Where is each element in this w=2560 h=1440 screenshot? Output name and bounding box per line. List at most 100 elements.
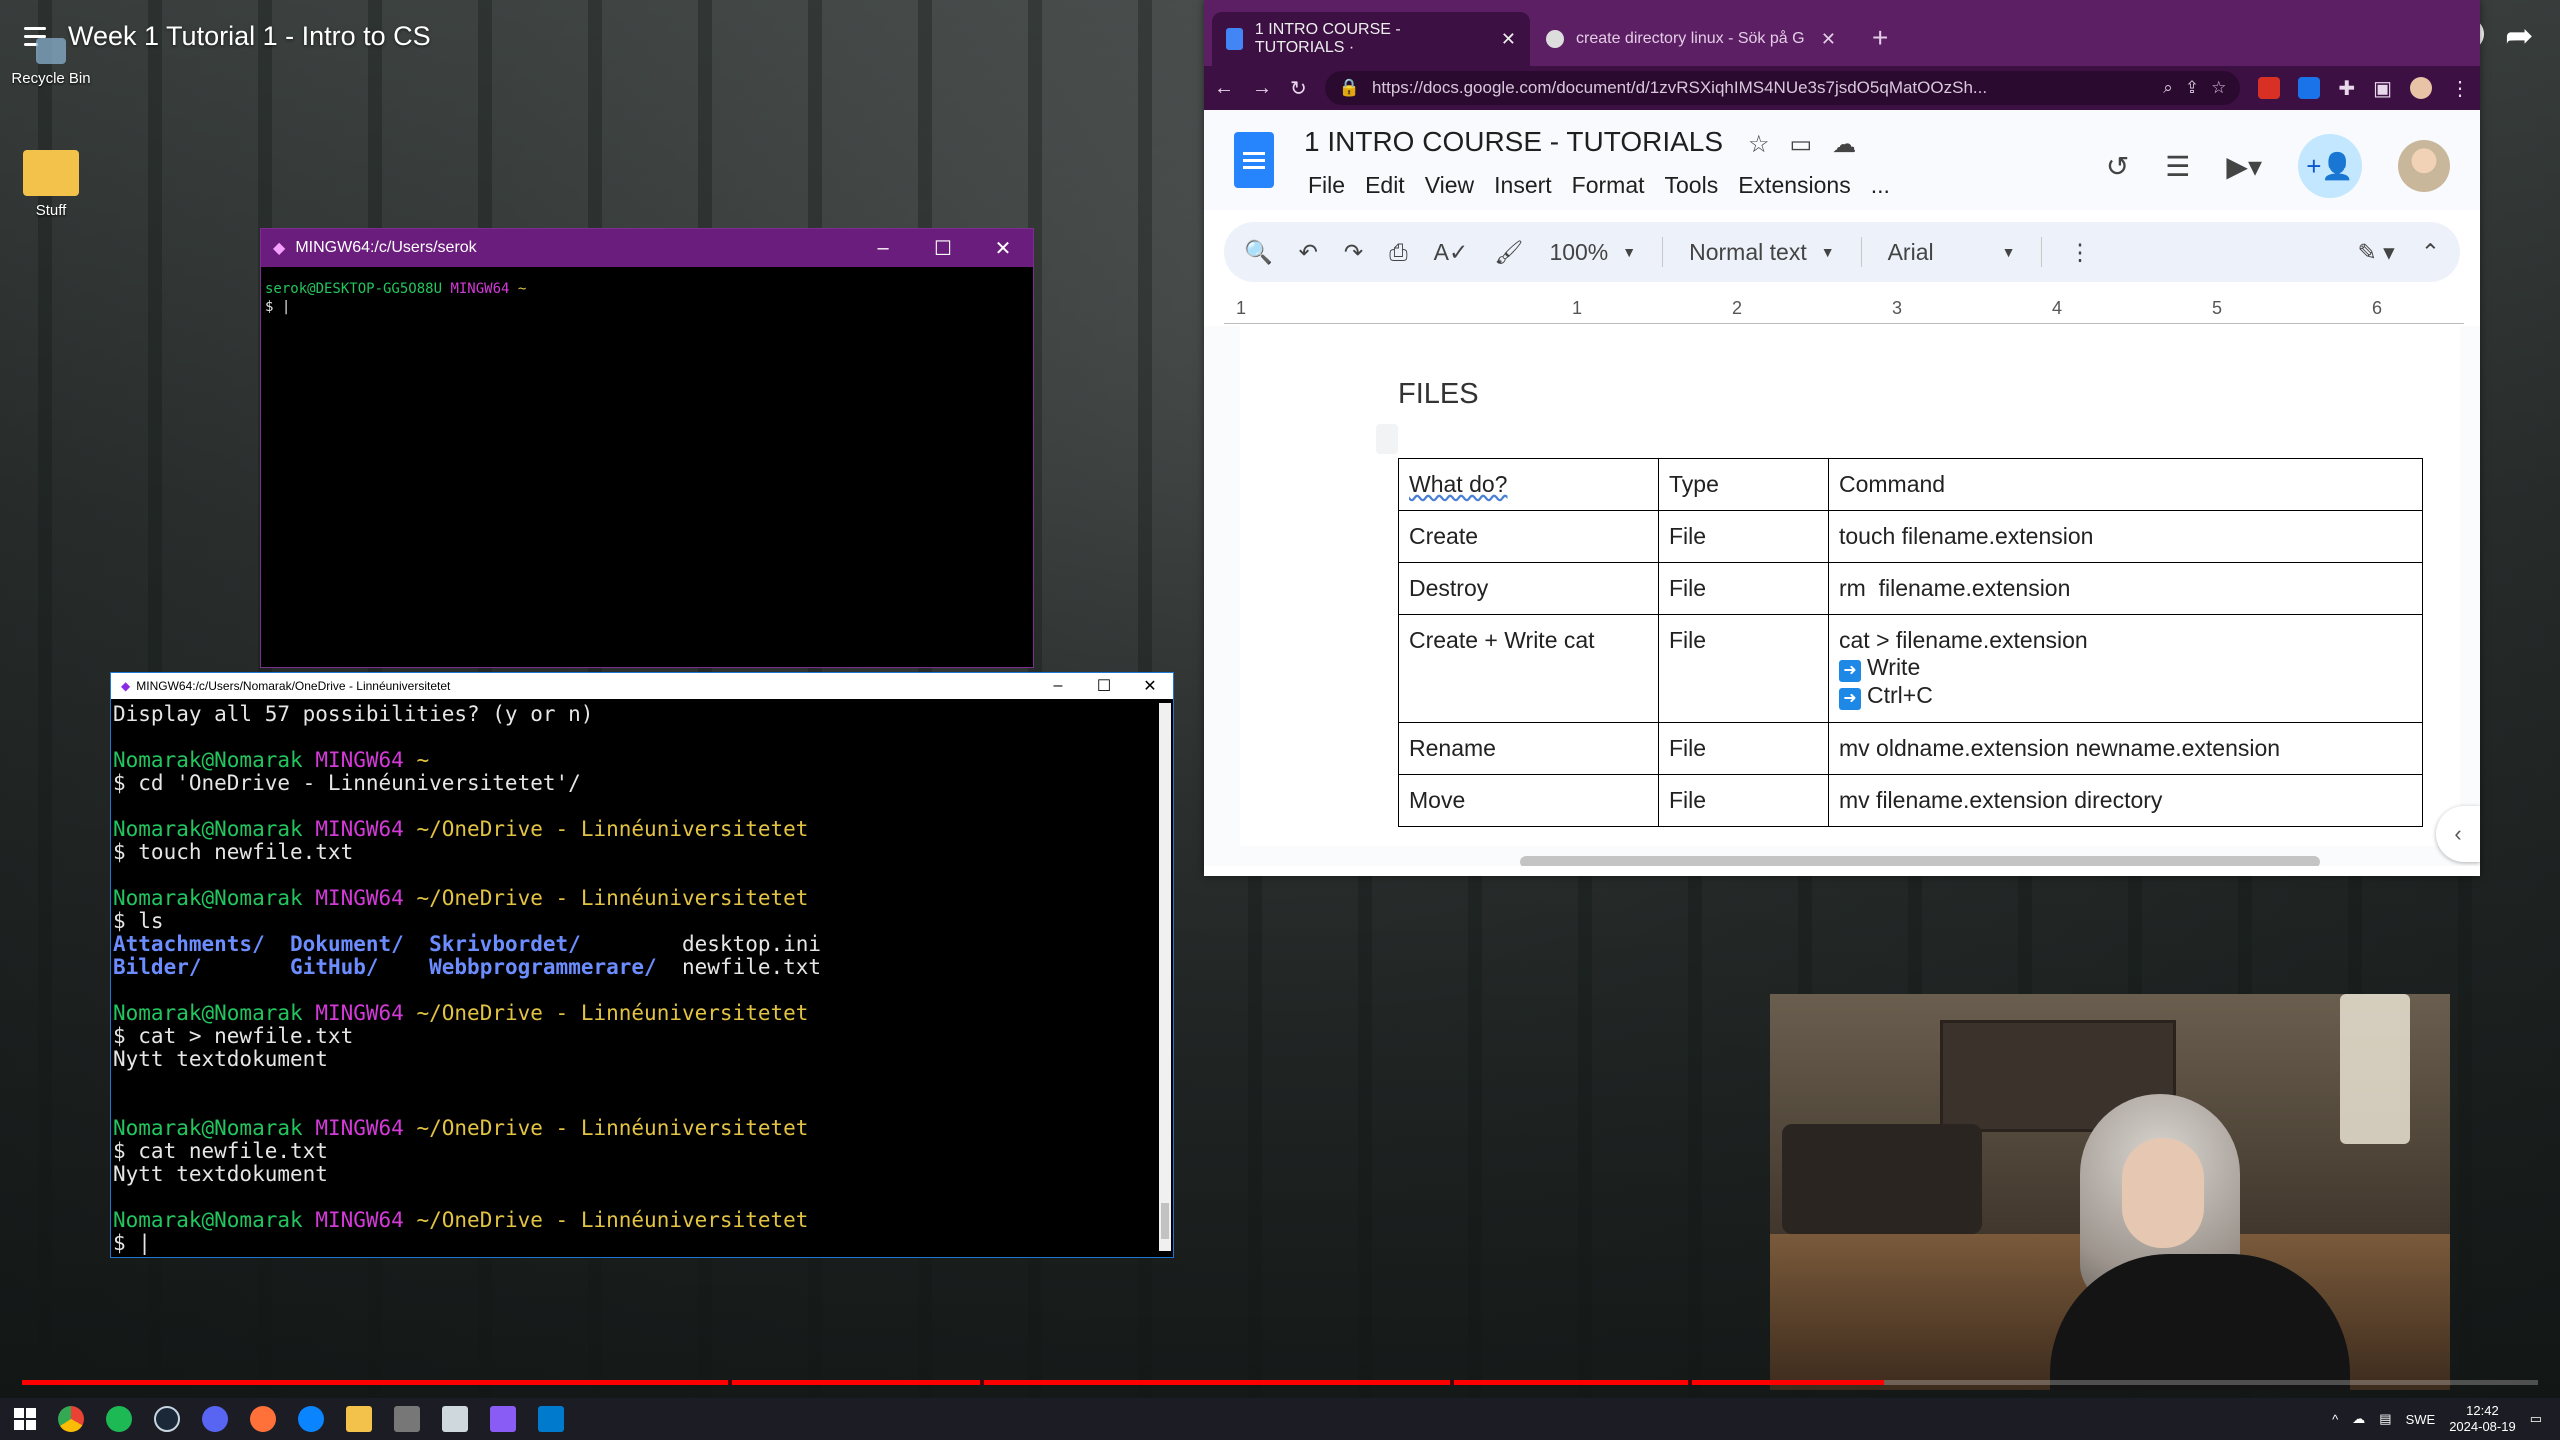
document-title[interactable]: 1 INTRO COURSE - TUTORIALS xyxy=(1304,126,1723,158)
background-chair xyxy=(1782,1124,1982,1234)
app-icon[interactable] xyxy=(298,1406,324,1432)
font-select[interactable]: Arial ▼ xyxy=(1888,239,2016,266)
clock[interactable]: 12:42 2024-08-19 xyxy=(2449,1403,2516,1435)
table-drag-handle-icon[interactable] xyxy=(1376,424,1398,454)
close-button[interactable]: ✕ xyxy=(973,229,1033,267)
menu-format[interactable]: Format xyxy=(1572,172,1645,199)
docs-favicon-icon xyxy=(1226,28,1243,50)
share-page-icon[interactable]: ⇪ xyxy=(2185,78,2199,98)
onedrive-icon[interactable]: ☁ xyxy=(2352,1411,2365,1427)
menu-file[interactable]: File xyxy=(1308,172,1345,199)
desktop-icon-stuff-folder[interactable]: Stuff xyxy=(6,150,96,219)
share-button[interactable]: +👤 xyxy=(2298,134,2362,198)
minimize-button[interactable]: – xyxy=(853,229,913,267)
mingw-icon: ◆ xyxy=(121,679,131,693)
docs-logo-icon[interactable] xyxy=(1234,132,1274,188)
menu-tools[interactable]: Tools xyxy=(1665,172,1719,199)
browser-window[interactable]: 1 INTRO COURSE - TUTORIALS · ✕ create di… xyxy=(1204,0,2480,876)
menu-edit[interactable]: Edit xyxy=(1365,172,1405,199)
terminal-titlebar[interactable]: ◆ MINGW64:/c/Users/serok – ☐ ✕ xyxy=(261,229,1033,267)
comments-icon[interactable]: ☰ xyxy=(2165,150,2190,183)
scrollbar-thumb[interactable] xyxy=(1161,1203,1169,1239)
file-explorer-icon[interactable] xyxy=(346,1406,372,1432)
firefox-icon[interactable] xyxy=(250,1406,276,1432)
extensions-puzzle-icon[interactable]: ✚ xyxy=(2338,76,2355,101)
menu-view[interactable]: View xyxy=(1425,172,1474,199)
spotify-icon[interactable] xyxy=(106,1406,132,1432)
print-icon[interactable]: ⎙ xyxy=(1389,239,1407,266)
meet-icon[interactable]: ▶▾ xyxy=(2226,150,2262,183)
video-progress-bar[interactable] xyxy=(22,1380,2538,1385)
table-header-row: What do? Type Command xyxy=(1398,458,2423,511)
address-bar[interactable]: 🔒 https://docs.google.com/document/d/1zv… xyxy=(1324,71,2241,105)
collapse-menus-icon[interactable]: ⌃ xyxy=(2421,239,2440,266)
calculator-icon[interactable] xyxy=(394,1406,420,1432)
move-folder-icon[interactable]: ▭ xyxy=(1790,130,1813,159)
redo-icon[interactable]: ↷ xyxy=(1344,239,1363,266)
desktop-icon-recycle-bin[interactable]: Recycle Bin xyxy=(6,38,96,87)
progress-fill xyxy=(22,1380,1884,1385)
close-tab-icon[interactable]: ✕ xyxy=(1501,29,1516,50)
close-button[interactable]: ✕ xyxy=(1127,673,1173,699)
menu-extensions[interactable]: Extensions xyxy=(1738,172,1851,199)
new-tab-icon[interactable]: + xyxy=(1852,22,1908,66)
editing-mode-icon[interactable]: ✎ ▾ xyxy=(2358,239,2395,266)
minimize-button[interactable]: – xyxy=(1035,673,1081,699)
forward-icon[interactable]: → xyxy=(1252,77,1272,100)
menu-insert[interactable]: Insert xyxy=(1494,172,1552,199)
chrome-menu-icon[interactable]: ⋮ xyxy=(2450,76,2470,101)
tray-chevron-up-icon[interactable]: ^ xyxy=(2332,1412,2338,1427)
discord-icon[interactable] xyxy=(202,1406,228,1432)
show-side-panel-icon[interactable]: ‹ xyxy=(2436,806,2480,862)
network-icon[interactable]: ▤ xyxy=(2379,1411,2391,1427)
search-menus-icon[interactable]: 🔍 xyxy=(1244,239,1273,266)
terminal-titlebar[interactable]: ◆ MINGW64:/c/Users/Nomarak/OneDrive - Li… xyxy=(111,673,1173,699)
zoom-select[interactable]: 100% ▼ xyxy=(1549,239,1636,266)
spellcheck-icon[interactable]: A✓ xyxy=(1434,239,1469,266)
tab-google-doc[interactable]: 1 INTRO COURSE - TUTORIALS · ✕ xyxy=(1212,12,1530,66)
commands-table[interactable]: What do? Type Command Create File touch … xyxy=(1398,458,2423,827)
section-heading: FILES xyxy=(1398,378,1479,410)
account-avatar[interactable] xyxy=(2398,140,2450,192)
language-indicator[interactable]: SWE xyxy=(2406,1412,2436,1427)
style-select[interactable]: Normal text ▼ xyxy=(1689,239,1834,266)
bookmark-star-icon[interactable]: ☆ xyxy=(2211,78,2226,98)
reload-icon[interactable]: ↻ xyxy=(1290,76,1307,101)
ruler[interactable]: 1 1 2 3 4 5 6 xyxy=(1224,298,2464,324)
document-canvas[interactable]: FILES What do? Type Command Create File … xyxy=(1204,326,2480,866)
side-panel-icon[interactable]: ▣ xyxy=(2373,76,2392,101)
close-tab-icon[interactable]: ✕ xyxy=(1821,29,1836,50)
back-icon[interactable]: ← xyxy=(1214,77,1234,100)
paint-format-icon[interactable]: 🖌 xyxy=(1494,239,1523,266)
extension-icon[interactable] xyxy=(2298,77,2321,99)
terminal-window-serok[interactable]: ◆ MINGW64:/c/Users/serok – ☐ ✕ serok@DES… xyxy=(260,228,1034,668)
undo-icon[interactable]: ↶ xyxy=(1299,239,1318,266)
windows-start-icon[interactable] xyxy=(14,1408,36,1430)
chrome-icon[interactable] xyxy=(58,1406,84,1432)
notepad-icon[interactable] xyxy=(442,1406,468,1432)
maximize-button[interactable]: ☐ xyxy=(1081,673,1127,699)
extension-icon[interactable] xyxy=(2258,77,2281,99)
steam-icon[interactable] xyxy=(154,1406,180,1432)
more-options-icon[interactable]: ⋮ xyxy=(2068,239,2091,266)
share-icon[interactable]: ➦ xyxy=(2505,16,2534,56)
vscode-icon[interactable] xyxy=(538,1406,564,1432)
cloud-saved-icon[interactable]: ☁ xyxy=(1832,130,1856,159)
tab-google-search[interactable]: create directory linux - Sök på G ✕ xyxy=(1532,12,1850,66)
zoom-icon[interactable]: ⌕ xyxy=(2163,78,2173,98)
star-icon[interactable]: ☆ xyxy=(1748,130,1770,159)
profile-avatar[interactable] xyxy=(2410,77,2432,99)
document-page[interactable]: FILES What do? Type Command Create File … xyxy=(1240,326,2460,846)
menu-more[interactable]: ... xyxy=(1871,172,1890,199)
maximize-button[interactable]: ☐ xyxy=(913,229,973,267)
google-favicon-icon xyxy=(1546,30,1564,48)
terminal-scrollbar[interactable] xyxy=(1159,703,1171,1251)
video-title[interactable]: Week 1 Tutorial 1 - Intro to CS xyxy=(68,21,431,52)
notifications-icon[interactable]: ▭ xyxy=(2530,1411,2542,1427)
terminal-window-nomarak[interactable]: ◆ MINGW64:/c/Users/Nomarak/OneDrive - Li… xyxy=(110,672,1174,1258)
horizontal-scrollbar[interactable] xyxy=(1520,856,2320,866)
terminal-output[interactable]: serok@DESKTOP-GG5O88U MINGW64 ~ $ | xyxy=(261,267,1033,330)
terminal-output[interactable]: Display all 57 possibilities? (y or n) N… xyxy=(111,699,1173,1259)
git-bash-icon[interactable] xyxy=(490,1406,516,1432)
version-history-icon[interactable]: ↺ xyxy=(2106,150,2129,183)
